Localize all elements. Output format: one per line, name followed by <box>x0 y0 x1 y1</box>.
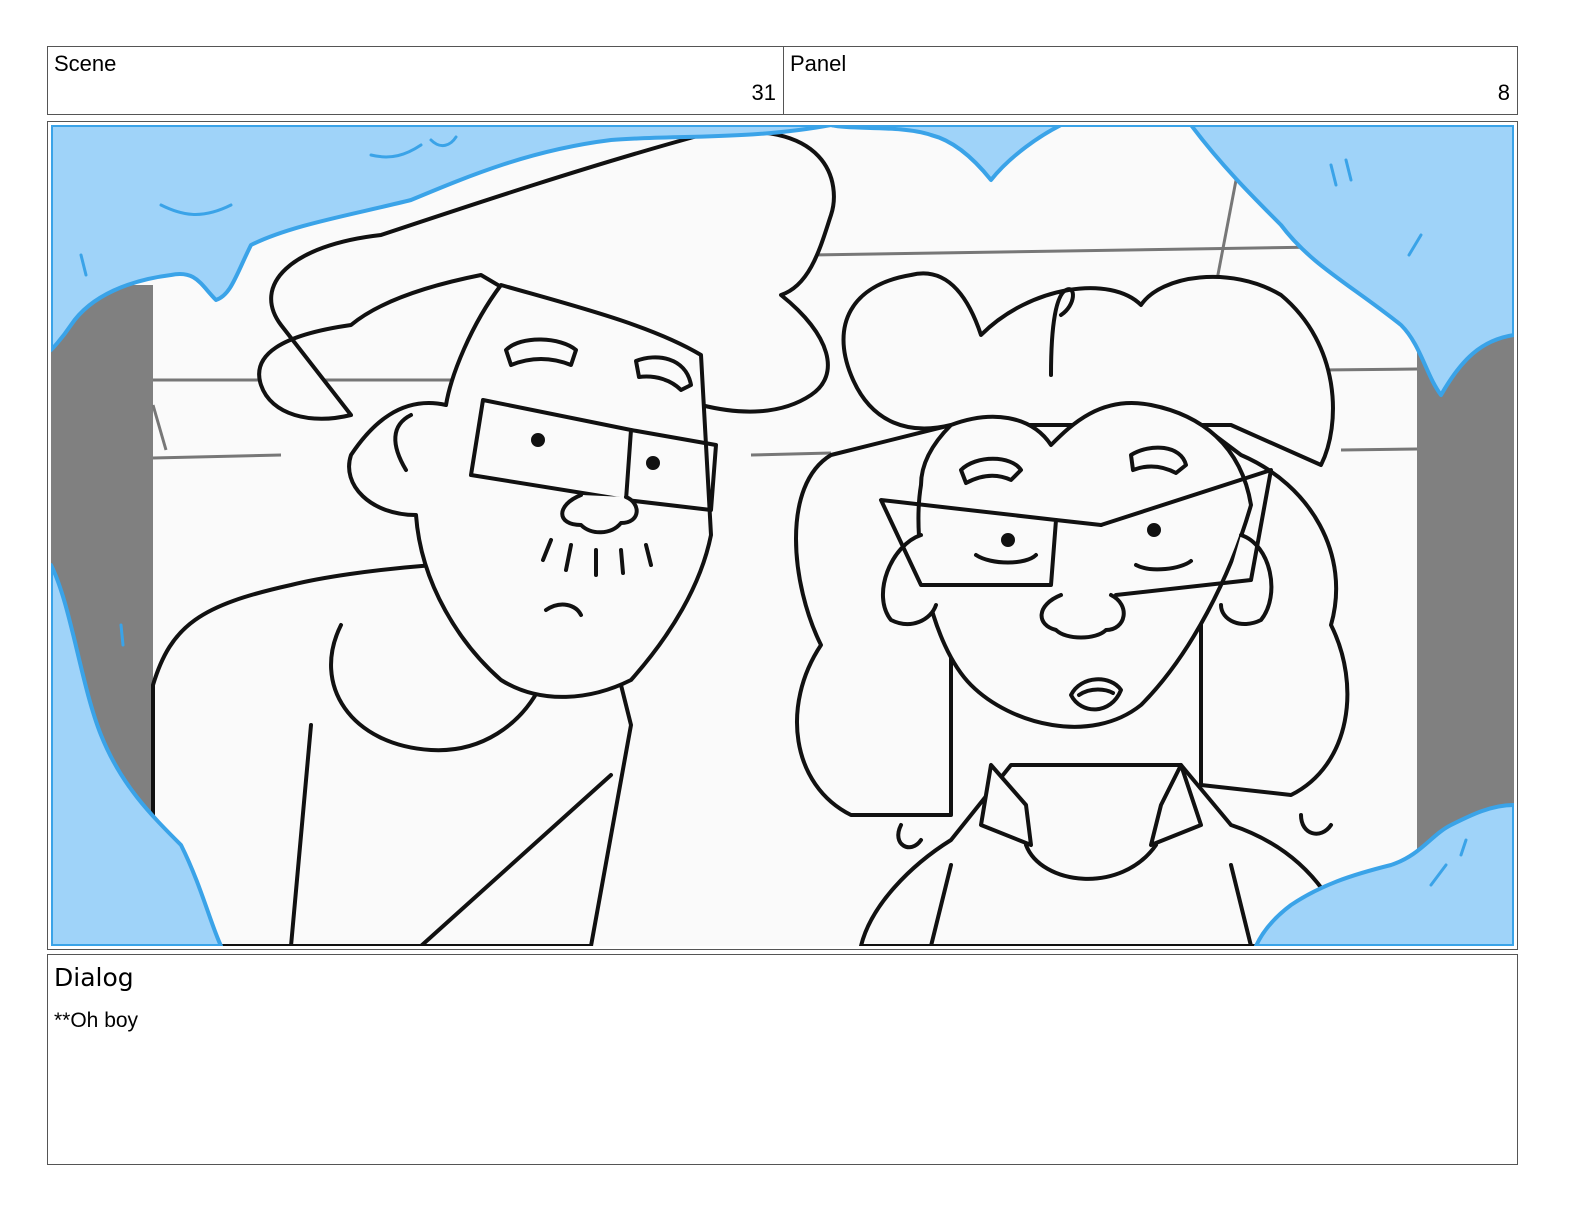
scene-cell: Scene 31 <box>48 47 784 114</box>
scene-label: Scene <box>54 51 117 76</box>
dialog-box: Dialog **Oh boy <box>47 954 1518 1165</box>
panel-drawing <box>51 125 1514 946</box>
panel-label: Panel <box>790 51 847 76</box>
panel-number: 8 <box>1497 80 1510 105</box>
dialog-text: **Oh boy <box>54 1009 139 1032</box>
dialog-title: Dialog <box>54 963 134 992</box>
scene-number: 31 <box>751 80 776 105</box>
storyboard-header: Scene 31 Panel 8 <box>47 46 1518 115</box>
storyboard-panel-frame <box>47 121 1518 950</box>
panel-cell: Panel 8 <box>784 47 1517 114</box>
